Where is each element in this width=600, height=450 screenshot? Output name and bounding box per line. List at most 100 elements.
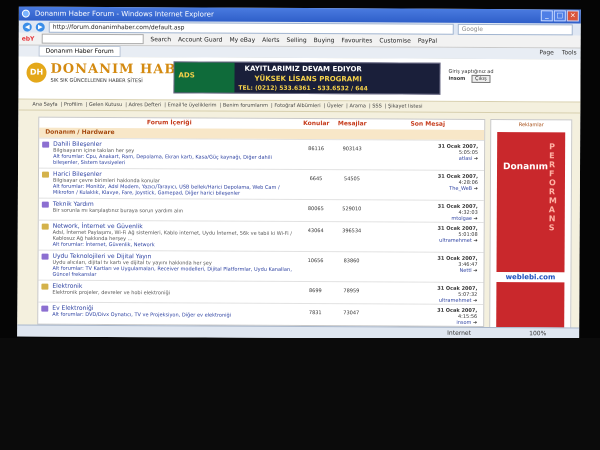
ebay-search-button[interactable]: Search	[150, 36, 171, 43]
menu-my-forums[interactable]: Benim forumlarım	[223, 103, 268, 109]
forum-row[interactable]: Teknik Yardım Bir sorunla mı karşılaştını…	[38, 197, 484, 222]
last-post-user[interactable]: atlasi	[459, 156, 473, 162]
logout-button[interactable]: Çıkış	[470, 74, 491, 84]
last-post-user[interactable]: The_WeB	[449, 186, 472, 192]
tab-donanim-haber[interactable]: Donanım Haber Forum	[38, 45, 121, 58]
forward-icon[interactable]: ▶	[35, 22, 45, 32]
search-input[interactable]: Google	[457, 23, 573, 35]
folder-icon	[41, 223, 49, 230]
col-topics: Konular	[303, 120, 330, 128]
monitor-bezel	[0, 338, 600, 450]
forum-info: Uydu Teknolojileri ve Dijital Yayın Uydu …	[38, 251, 298, 281]
forum-info: Network, İnternet ve Güvenlik Adsl, İnter…	[39, 221, 299, 251]
top-advertisement[interactable]: ADS KAYITLARIMIZ DEVAM EDIYOR YÜKSEK LİS…	[173, 61, 441, 95]
forum-subforums[interactable]: Alt forumlar: TV Kartları ve Uygulamalar…	[52, 266, 296, 279]
window-title: Donanım Haber Forum - Windows Internet E…	[34, 9, 214, 19]
ad-banner-lower[interactable]	[496, 282, 565, 328]
menu-search[interactable]: Arama	[349, 103, 366, 109]
ebay-account-guard[interactable]: Account Guard	[178, 36, 222, 43]
folder-icon	[41, 201, 49, 208]
topic-count: 10656	[307, 258, 324, 265]
forum-row[interactable]: Elektronik Elektronik projeler, devreler …	[38, 279, 484, 304]
ebay-paypal[interactable]: PayPal	[418, 37, 437, 44]
topic-count: 8699	[308, 288, 322, 295]
menu-inbox[interactable]: Gelen Kutusu	[89, 102, 122, 108]
ad-footer-link[interactable]: weblebi.com	[496, 272, 565, 283]
last-post: 31 Ocak 2007, 4:32:03 mtolgae ➔	[371, 200, 484, 222]
go-to-post-icon[interactable]: ➔	[474, 186, 478, 192]
menu-members[interactable]: Üyeler	[327, 103, 343, 109]
site-logo-icon[interactable]: DH	[26, 62, 47, 83]
forum-row[interactable]: Network, İnternet ve Güvenlik Adsl, İnter…	[38, 219, 484, 252]
forum-row[interactable]: Dahili Bileşenler Bilgisayarın içine takı…	[39, 137, 485, 170]
tools-menu[interactable]: Tools	[562, 49, 577, 56]
ebay-buying[interactable]: Buying	[314, 37, 335, 44]
page-menu[interactable]: Page	[539, 49, 554, 56]
go-to-post-icon[interactable]: ➔	[473, 238, 477, 244]
menu-photo-albums[interactable]: Fotoğraf Albümleri	[274, 103, 320, 109]
ad-banner-red[interactable]: Donanım PERFORMANS	[496, 132, 566, 273]
col-last-post: Son Mesaj	[410, 120, 446, 128]
post-count: 396534	[342, 228, 362, 235]
last-post: 31 Ocak 2007, 5:07:32 ultramehmet ➔	[370, 282, 483, 304]
ad-line-1: KAYITLARIMIZ DEVAM EDIYOR	[244, 64, 362, 74]
ebay-search-input[interactable]	[41, 33, 144, 45]
ebay-logo: ebY	[21, 35, 35, 43]
menu-complaints[interactable]: Şikayet listesi	[388, 103, 422, 109]
topic-count: 7831	[308, 310, 322, 317]
login-username[interactable]: insom	[448, 76, 465, 82]
ebay-selling[interactable]: Selling	[287, 36, 307, 43]
forum-row[interactable]: Harici Bileşenler Bilgisayar çevre biriml…	[38, 167, 485, 200]
ebay-alerts[interactable]: Alerts	[262, 36, 279, 43]
last-post: 31 Ocak 2007, 3:46:47 Nettl ➔	[370, 252, 483, 282]
browser-window: Donanım Haber Forum - Windows Internet E…	[17, 6, 581, 340]
ebay-my-ebay[interactable]: My eBay	[229, 36, 255, 43]
last-post-user[interactable]: ultramehmet	[439, 298, 472, 304]
forum-table: Forum İçeriği Konular Mesajlar Son Mesaj…	[37, 116, 486, 327]
post-count: 54505	[343, 176, 360, 183]
ads-header: Reklamlar	[518, 122, 544, 129]
go-to-post-icon[interactable]: ➔	[474, 216, 478, 222]
go-to-post-icon[interactable]: ➔	[474, 156, 478, 162]
go-to-post-icon[interactable]: ➔	[473, 298, 477, 304]
forum-subforums[interactable]: Alt forumlar: Cpu, Anakart, Ram, Depolam…	[53, 154, 297, 167]
folder-icon	[41, 171, 50, 178]
minimize-button[interactable]: _	[540, 10, 553, 22]
last-post-user[interactable]: Nettl	[460, 268, 472, 274]
topic-count: 80065	[307, 206, 324, 213]
ad-line-2: YÜKSEK LİSANS PROGRAMI	[254, 74, 362, 84]
forum-row[interactable]: Ev Elektroniği Alt forumlar: DVD/Divx Oyn…	[38, 301, 484, 326]
login-status: Giriş yaptığınız ad insom Çıkış	[448, 69, 494, 84]
last-post-user[interactable]: insom	[456, 320, 471, 326]
forum-info: Ev Elektroniği Alt forumlar: DVD/Divx Oyn…	[38, 303, 298, 325]
topic-count: 6645	[309, 176, 323, 183]
url-field[interactable]: http://forum.donanimhaber.com/default.as…	[48, 21, 454, 35]
last-post-user[interactable]: ultramehmet	[439, 238, 472, 244]
menu-home[interactable]: Ana Sayfa	[32, 102, 57, 108]
go-to-post-icon[interactable]: ➔	[473, 268, 477, 274]
page-content: DH DONANIM HABER SIK SIK GÜNCELLENEN HAB…	[17, 56, 581, 328]
last-post: 31 Ocak 2007, 4:28:06 The_WeB ➔	[371, 170, 484, 200]
back-icon[interactable]: ◀	[22, 22, 32, 32]
last-post: 31 Ocak 2007, 5:01:08 ultramehmet ➔	[371, 222, 484, 252]
forum-subforums[interactable]: Alt forumlar: İnternet, Güvenlik, Networ…	[53, 242, 297, 249]
menu-faq[interactable]: SSS	[372, 103, 382, 109]
menu-email-subs[interactable]: Email'le üyeliklerim	[168, 102, 217, 108]
ebay-favourites[interactable]: Favourites	[341, 37, 372, 44]
side-advertisement[interactable]: Reklamlar Donanım PERFORMANS weblebi.com	[489, 119, 573, 328]
forum-row[interactable]: Uydu Teknolojileri ve Dijital Yayın Uydu …	[38, 249, 484, 282]
ad-brand: Donanım	[503, 162, 549, 173]
forum-subforums[interactable]: Alt forumlar: DVD/Divx Oynatıcı, TV ve P…	[52, 312, 296, 319]
go-to-post-icon[interactable]: ➔	[473, 320, 477, 326]
site-logo-subtitle: SIK SIK GÜNCELLENEN HABER SİTESİ	[50, 77, 143, 85]
tab-tools: Page Tools	[539, 49, 576, 56]
forum-info: Elektronik Elektronik projeler, devreler …	[38, 281, 298, 303]
ad-image: ADS	[174, 62, 235, 93]
ebay-customise[interactable]: Customise	[379, 37, 411, 44]
maximize-button[interactable]: □	[553, 10, 566, 22]
menu-profile[interactable]: Profilim	[64, 102, 83, 108]
close-button[interactable]: ×	[566, 10, 579, 22]
last-post-user[interactable]: mtolgae	[451, 216, 472, 222]
menu-address-book[interactable]: Adres Defteri	[128, 102, 161, 108]
forum-subforums[interactable]: Alt forumlar: Monitör, Adsl Modem, Yazıc…	[53, 184, 297, 197]
